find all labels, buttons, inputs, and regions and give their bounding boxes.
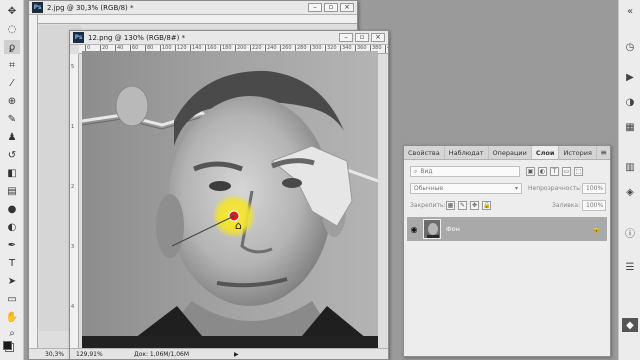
brush-cursor-icon: ⌂ [235, 219, 242, 232]
filter-smart-icon[interactable]: ⬚ [574, 167, 583, 176]
eraser-icon[interactable]: ◧ [4, 166, 20, 180]
document-size-info: Док: 1,06M/1,06M [134, 350, 190, 358]
tab-0[interactable]: Свойства [404, 146, 445, 159]
fill-input[interactable]: 100% [582, 200, 606, 211]
panel-tabs: Свойства Наблюдат Операции Слои История ≡ [404, 146, 610, 160]
properties-icon[interactable]: ☰ [622, 260, 638, 274]
tab-4[interactable]: История [559, 146, 597, 159]
history-brush-icon[interactable]: ↺ [4, 148, 20, 162]
tab-3[interactable]: Слои [531, 146, 560, 159]
eye-icon[interactable]: ◉ [407, 225, 421, 234]
gradient-icon[interactable]: ▤ [4, 184, 20, 198]
styles-icon[interactable]: ▦ [622, 120, 638, 134]
vertical-ruler-front: 5 1 2 3 4 [70, 54, 79, 348]
filter-type-icon[interactable]: T [550, 167, 559, 176]
opacity-value: 100% [586, 185, 604, 192]
pen-icon[interactable]: ✒ [4, 238, 20, 252]
color-icon[interactable]: ◈ [622, 185, 638, 199]
opacity-input[interactable]: 100% [582, 183, 606, 194]
document-titlebar-front[interactable]: Ps 12.png @ 130% (RGB/8#) * – ▫ × [70, 31, 388, 45]
status-arrow-icon[interactable]: ▶ [234, 351, 239, 358]
close-button[interactable]: × [371, 33, 385, 42]
minimize-button[interactable]: – [339, 33, 353, 42]
zoom-icon[interactable]: ⌕ [4, 326, 20, 340]
actions-icon[interactable]: ▶ [622, 70, 638, 84]
lock-label: Закрепить: [410, 202, 446, 209]
filter-buttons: ▣ ◐ T ▭ ⬚ [526, 167, 586, 176]
filter-pixel-icon[interactable]: ▣ [526, 167, 535, 176]
foreground-color-swatch[interactable] [3, 341, 12, 350]
hand-icon[interactable]: ✋ [4, 310, 20, 324]
ruler-tick: 4 [71, 304, 75, 310]
document-title-front: 12.png @ 130% (RGB/8#) * [88, 33, 186, 42]
adjustments-icon[interactable]: ◑ [622, 95, 638, 109]
panel-menu-icon[interactable]: ≡ [600, 148, 607, 157]
photoshop-logo-icon: Ps [32, 2, 43, 13]
filter-kind-label: Вид [420, 168, 433, 175]
fill-value: 100% [586, 202, 604, 209]
layer-filter-search[interactable]: ⌕ Вид [410, 166, 520, 177]
layers-icon[interactable]: ◆ [622, 318, 638, 332]
lock-all-icon[interactable]: 🔒 [482, 201, 491, 210]
history-panel-icon[interactable]: ◷ [622, 40, 638, 54]
photoshop-logo-icon: Ps [73, 32, 84, 43]
close-button[interactable]: × [340, 3, 354, 12]
ruler-tick: 1 [71, 124, 75, 130]
horizontal-ruler-back [38, 15, 357, 24]
lock-transparent-icon[interactable]: ▦ [446, 201, 455, 210]
chevron-down-icon: ▾ [514, 185, 518, 192]
layer-name: Фон [446, 225, 460, 233]
expand-panels-icon[interactable]: « [622, 4, 638, 18]
crop-icon[interactable]: ⌗ [4, 58, 20, 72]
layer-row-background[interactable]: ◉ Фон 🔒 [407, 217, 607, 241]
lasso-icon[interactable]: ϼ [4, 40, 20, 54]
tab-1[interactable]: Наблюдат [445, 146, 489, 159]
marquee-icon[interactable]: ◌ [4, 22, 20, 36]
right-panel-strip: « ◷ ▶ ◑ ▦ ▥ ◈ ⓘ ☰ ◆ [618, 0, 640, 360]
photo-canvas[interactable]: ⌂ [82, 51, 378, 348]
ruler-tick: 3 [71, 244, 75, 250]
search-icon: ⌕ [414, 167, 418, 175]
status-bar-front: 129,91% Док: 1,06M/1,06M ▶ [70, 348, 388, 359]
clone-stamp-icon[interactable]: ♟ [4, 130, 20, 144]
blur-icon[interactable]: ● [4, 202, 20, 216]
portrait-photo [82, 51, 378, 348]
filter-shape-icon[interactable]: ▭ [562, 167, 571, 176]
tab-2[interactable]: Операции [489, 146, 532, 159]
shape-icon[interactable]: ▭ [4, 292, 20, 306]
dodge-icon[interactable]: ◐ [4, 220, 20, 234]
blend-mode-select[interactable]: Обычные ▾ [410, 183, 522, 194]
maximize-button[interactable]: ▫ [355, 33, 369, 42]
fill-label: Заливка: [552, 202, 581, 209]
eyedropper-icon[interactable]: ⁄ [4, 76, 20, 90]
type-icon[interactable]: T [4, 256, 20, 270]
blend-mode-value: Обычные [414, 185, 444, 192]
lock-pixels-icon[interactable]: ✎ [458, 201, 467, 210]
ruler-tick: 5 [71, 64, 75, 70]
lock-icon: 🔒 [592, 225, 601, 233]
path-select-icon[interactable]: ➤ [4, 274, 20, 288]
tools-panel: ✥ ◌ ϼ ⌗ ⁄ ⊕ ✎ ♟ ↺ ◧ ▤ ● ◐ ✒ T ➤ ▭ ✋ ⌕ [0, 0, 24, 360]
zoom-readout-back: 30,3% [45, 350, 65, 358]
layer-thumbnail [423, 219, 441, 239]
filter-adjust-icon[interactable]: ◐ [538, 167, 547, 176]
swatches-icon[interactable]: ▥ [622, 160, 638, 174]
ruler-tick: 400 [385, 45, 388, 53]
zoom-readout-front: 129,91% [76, 350, 103, 358]
move-icon[interactable]: ✥ [4, 4, 20, 18]
minimize-button[interactable]: – [308, 3, 322, 12]
document-title-back: 2.jpg @ 30,3% (RGB/8) * [47, 3, 134, 12]
ruler-tick: 2 [71, 184, 75, 190]
layers-panel: Свойства Наблюдат Операции Слои История ≡ ⌕ В… [403, 145, 611, 357]
info-icon[interactable]: ⓘ [622, 225, 638, 240]
vertical-ruler-back [29, 15, 38, 348]
healing-brush-icon[interactable]: ⊕ [4, 94, 20, 108]
maximize-button[interactable]: ▫ [324, 3, 338, 12]
brush-icon[interactable]: ✎ [4, 112, 20, 126]
lock-buttons: ▦ ✎ ✥ 🔒 [446, 201, 494, 210]
document-titlebar-back[interactable]: Ps 2.jpg @ 30,3% (RGB/8) * – ▫ × [29, 1, 357, 15]
lock-position-icon[interactable]: ✥ [470, 201, 479, 210]
opacity-label: Непрозрачность: [528, 185, 582, 192]
